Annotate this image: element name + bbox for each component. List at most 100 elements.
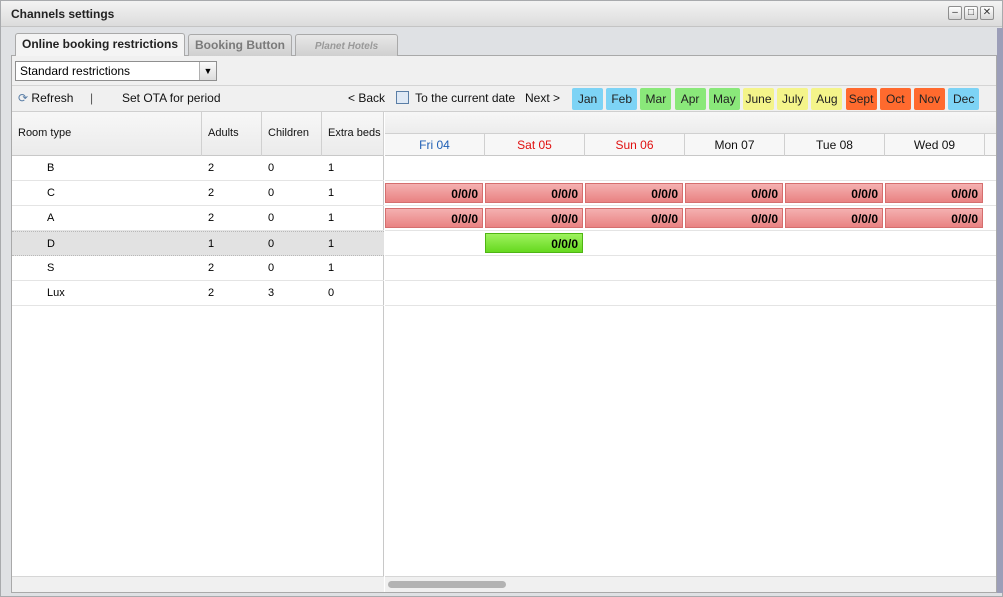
current-date-button[interactable]: To the current date [396,91,515,105]
cell-adults: 2 [208,262,215,274]
tab-bar: Online booking restrictions Booking Butt… [11,32,997,57]
tab-label: Online booking restrictions [21,37,179,51]
restriction-cell[interactable]: 0/0/0 [585,208,683,228]
restriction-cell[interactable]: 0/0/0 [885,208,983,228]
restriction-type-select[interactable]: Standard restrictions ▼ [15,61,217,81]
calendar-row [385,156,996,181]
horizontal-scrollbar[interactable] [385,576,996,592]
grid-footer [12,576,384,592]
cell-adults: 2 [208,212,215,224]
restrictions-panel: Standard restrictions ▼ ⟳ Refresh | Set … [11,56,997,593]
maximize-icon[interactable]: □ [964,6,978,20]
calendar-row: 0/0/0 0/0/0 0/0/0 0/0/0 0/0/0 0/0/0 [385,181,996,206]
planet-hotels-logo: Planet Hotels [314,41,379,52]
cell-extra-beds: 0 [328,287,335,299]
month-button[interactable]: Oct [879,88,911,110]
chevron-down-icon[interactable]: ▼ [199,62,216,80]
table-row[interactable]: C 2 0 1 [12,181,384,206]
cell-children: 0 [268,187,275,199]
tab-booking-button[interactable]: Booking Button [188,34,292,56]
restriction-cell[interactable]: 0/0/0 [785,208,883,228]
select-value: Standard restrictions [20,64,131,78]
cell-type: C [47,187,55,199]
month-button[interactable]: Dec [948,88,980,110]
column-extra-beds[interactable]: Extra beds [322,112,384,156]
month-button[interactable]: Feb [606,88,638,110]
cell-type: S [47,262,55,274]
refresh-label: Refresh [31,91,74,105]
cell-type: D [47,238,55,250]
cell-extra-beds: 1 [328,162,335,174]
room-type-grid: Room type Adults Children Extra beds B 2 0… [12,112,384,592]
table-row[interactable]: Lux 2 3 0 [12,281,384,306]
month-button[interactable]: Mar [640,88,672,110]
restriction-cell[interactable]: 0/0/0 [385,183,483,203]
restriction-cell[interactable]: 0/0/0 [585,183,683,203]
title-bar: Channels settings – □ ✕ [1,1,1002,27]
calendar-grid: Fri 04 Sat 05 Sun 06 Mon 07 Tue 08 Wed 09 0/0… [385,112,996,592]
month-button[interactable]: Nov [914,88,945,110]
tab-planet-hotels[interactable]: Planet Hotels [295,34,398,56]
next-button[interactable]: Next > [525,91,560,105]
minimize-icon[interactable]: – [948,6,962,20]
day-header: Sat 05 [485,134,585,156]
month-button[interactable]: Apr [674,88,706,110]
filter-bar: Standard restrictions ▼ [12,56,996,86]
table-row[interactable]: A 2 0 1 [12,206,384,231]
set-ota-button[interactable]: Set OTA for period [122,91,221,105]
back-button[interactable]: < Back [348,91,385,105]
restriction-cell[interactable]: 0/0/0 [685,208,783,228]
close-icon[interactable]: ✕ [980,6,994,20]
cell-adults: 1 [208,238,215,250]
month-button[interactable]: Sept [845,88,877,110]
column-adults[interactable]: Adults [202,112,262,156]
cell-type: A [47,212,55,224]
room-grid-header: Room type Adults Children Extra beds [12,112,384,156]
table-row[interactable]: S 2 0 1 [12,256,384,281]
cell-children: 0 [268,238,275,250]
month-button[interactable]: Aug [811,88,843,110]
calendar-row: 0/0/0 0/0/0 0/0/0 0/0/0 0/0/0 0/0/0 [385,206,996,231]
column-children[interactable]: Children [262,112,322,156]
toolbar-separator: | [90,91,94,105]
calendar-icon [396,91,409,104]
day-header: Tue 08 [785,134,885,156]
cell-children: 0 [268,162,275,174]
month-button[interactable]: June [743,88,774,110]
calendar-header-band [385,112,996,134]
restriction-cell[interactable]: 0/0/0 [485,233,583,253]
day-header: Mon 07 [685,134,785,156]
calendar-row [385,281,996,306]
cell-children: 3 [268,287,275,299]
scrollbar-thumb[interactable] [388,581,506,588]
window-title: Channels settings [11,7,115,21]
channels-settings-window: Channels settings – □ ✕ Online booking r… [0,0,1003,597]
restriction-cell[interactable]: 0/0/0 [685,183,783,203]
calendar-header: Fri 04 Sat 05 Sun 06 Mon 07 Tue 08 Wed 09 [385,112,996,156]
cell-adults: 2 [208,287,215,299]
month-button[interactable]: July [777,88,809,110]
table-row[interactable]: D 1 0 1 [12,231,384,256]
cell-type: Lux [47,287,65,299]
toolbar: ⟳ Refresh | Set OTA for period < Back To… [12,86,996,112]
cell-children: 0 [268,212,275,224]
tab-online-booking-restrictions[interactable]: Online booking restrictions [15,33,185,57]
table-row[interactable]: B 2 0 1 [12,156,384,181]
column-room-type[interactable]: Room type [12,112,202,156]
cell-extra-beds: 1 [328,238,335,250]
restriction-cell[interactable]: 0/0/0 [785,183,883,203]
month-button[interactable]: Jan [572,88,603,110]
month-button[interactable]: May [708,88,740,110]
restriction-cell[interactable]: 0/0/0 [485,208,583,228]
day-header: Wed 09 [885,134,985,156]
refresh-button[interactable]: ⟳ Refresh [18,91,73,105]
restriction-cell[interactable]: 0/0/0 [485,183,583,203]
restriction-cell[interactable]: 0/0/0 [885,183,983,203]
refresh-icon: ⟳ [18,91,29,105]
cell-type: B [47,162,55,174]
cell-extra-beds: 1 [328,187,335,199]
restriction-cell[interactable]: 0/0/0 [385,208,483,228]
calendar-row [385,256,996,281]
cell-extra-beds: 1 [328,262,335,274]
cell-adults: 2 [208,162,215,174]
